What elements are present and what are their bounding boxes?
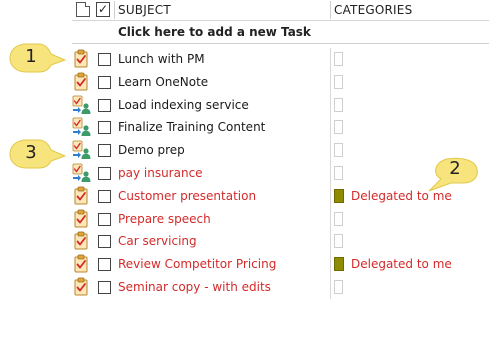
category-empty-box[interactable] [334, 234, 343, 249]
category-color-swatch[interactable] [334, 188, 344, 203]
assigned-task-icon [72, 95, 91, 115]
new-task-row[interactable]: Click here to add a new Task [72, 21, 489, 44]
task-clipboard-icon [72, 277, 91, 297]
task-subject[interactable]: Review Competitor Pricing [118, 257, 276, 271]
callout-number: 1 [25, 46, 37, 67]
task-complete-checkbox[interactable] [98, 75, 111, 89]
column-divider[interactable] [114, 1, 115, 19]
category-empty-box[interactable] [334, 279, 343, 294]
task-clipboard-icon [72, 49, 91, 69]
callout-3: 3 [7, 137, 67, 173]
task-subject[interactable]: Lunch with PM [118, 52, 205, 66]
column-divider [330, 275, 331, 299]
task-subject[interactable]: Prepare speech [118, 212, 211, 226]
task-complete-checkbox[interactable] [98, 166, 111, 180]
task-subject[interactable]: Customer presentation [118, 189, 256, 203]
task-subject[interactable]: pay insurance [118, 166, 203, 180]
task-clipboard-icon [72, 186, 91, 206]
column-header-row: ✓ SUBJECT CATEGORIES [72, 0, 489, 21]
assigned-task-icon [72, 117, 91, 137]
task-complete-checkbox[interactable] [98, 235, 111, 249]
task-row[interactable]: Car servicing [72, 230, 489, 254]
task-subject[interactable]: Seminar copy - with edits [118, 280, 271, 294]
categories-column-header[interactable]: CATEGORIES [334, 3, 412, 17]
column-divider [330, 184, 331, 208]
category-empty-box[interactable] [334, 211, 343, 226]
task-complete-checkbox[interactable] [98, 280, 111, 294]
complete-column-checkbox-icon[interactable]: ✓ [96, 2, 110, 17]
task-subject[interactable]: Learn OneNote [118, 75, 208, 89]
category-empty-box[interactable] [334, 97, 343, 112]
task-complete-checkbox[interactable] [98, 212, 111, 226]
callout-2: 2 [423, 155, 483, 195]
task-row[interactable]: Review Competitor Pricing Delegated to me [72, 253, 489, 276]
column-divider [330, 230, 331, 254]
category-empty-box[interactable] [334, 74, 343, 89]
category-empty-box[interactable] [334, 165, 343, 180]
task-subject[interactable]: Finalize Training Content [118, 120, 265, 134]
callout-number: 2 [449, 158, 461, 179]
task-complete-checkbox[interactable] [98, 121, 111, 135]
task-complete-checkbox[interactable] [98, 53, 111, 66]
column-divider [330, 161, 331, 185]
column-divider [330, 116, 331, 140]
task-clipboard-icon [72, 72, 91, 92]
column-divider [330, 93, 331, 117]
task-row[interactable]: Finalize Training Content [72, 116, 489, 140]
task-row[interactable]: Learn OneNote [72, 70, 489, 94]
task-row[interactable]: Seminar copy - with edits [72, 275, 489, 299]
category-label[interactable]: Delegated to me [351, 257, 452, 271]
callout-number: 3 [25, 142, 37, 163]
assigned-task-icon [72, 140, 91, 160]
task-row[interactable]: Prepare speech [72, 207, 489, 231]
task-clipboard-icon [72, 209, 91, 229]
new-task-prompt[interactable]: Click here to add a new Task [118, 25, 311, 39]
column-divider [330, 253, 331, 276]
task-complete-checkbox[interactable] [98, 98, 111, 112]
task-list-view: ✓ SUBJECT CATEGORIES Click here to add a… [0, 0, 489, 337]
task-row[interactable]: Lunch with PM [72, 48, 489, 71]
column-divider [330, 48, 331, 71]
task-clipboard-icon [72, 254, 91, 274]
task-clipboard-icon [72, 231, 91, 251]
category-empty-box[interactable] [334, 143, 343, 158]
category-color-swatch[interactable] [334, 257, 344, 272]
callout-1: 1 [7, 41, 67, 77]
task-subject[interactable]: Demo prep [118, 143, 185, 157]
column-divider [330, 207, 331, 231]
item-type-column-icon[interactable] [76, 2, 90, 17]
column-divider [330, 70, 331, 94]
task-subject[interactable]: Load indexing service [118, 98, 249, 112]
task-complete-checkbox[interactable] [98, 189, 111, 203]
task-complete-checkbox[interactable] [98, 144, 111, 158]
category-empty-box[interactable] [334, 120, 343, 135]
subject-column-header[interactable]: SUBJECT [118, 3, 171, 17]
column-divider [330, 139, 331, 162]
task-subject[interactable]: Car servicing [118, 234, 197, 248]
task-complete-checkbox[interactable] [98, 258, 111, 272]
column-divider[interactable] [330, 1, 331, 19]
assigned-task-icon [72, 163, 91, 183]
task-row[interactable]: Load indexing service [72, 93, 489, 117]
category-empty-box[interactable] [334, 52, 343, 66]
